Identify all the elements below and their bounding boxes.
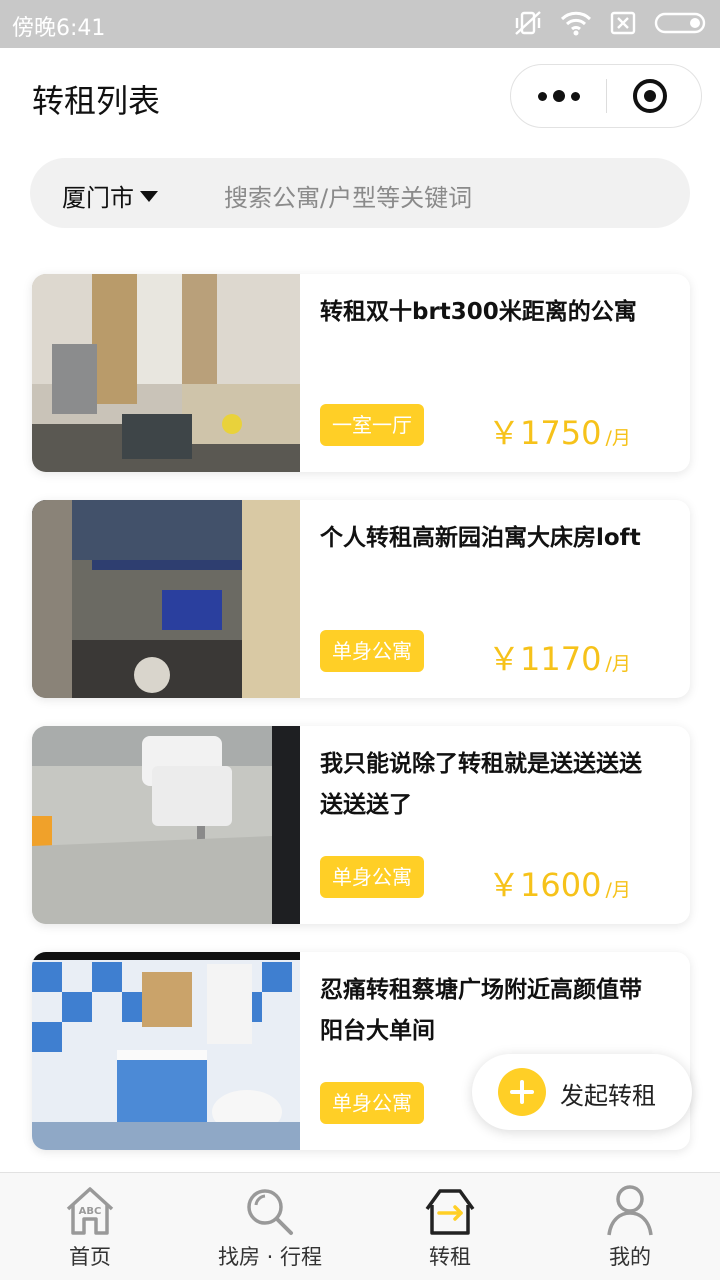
listing-title: 转租双十brt300米距离的公寓	[320, 299, 637, 325]
create-sublet-label: 发起转租	[560, 1082, 656, 1110]
room-type-badge: 单身公寓	[320, 856, 424, 898]
tab-find-house-label: 找房 · 行程	[217, 1245, 323, 1269]
create-sublet-button[interactable]: 发起转租	[472, 1054, 692, 1130]
person-icon	[607, 1185, 653, 1236]
listing-title: 个人转租高新园泊寓大床房loft	[320, 525, 641, 551]
search-input[interactable]: 搜索公寓/户型等关键词	[224, 178, 472, 213]
room-type-badge: 单身公寓	[320, 1082, 424, 1124]
listing-photo	[32, 726, 300, 924]
tab-sublet[interactable]: 转租	[360, 1173, 540, 1280]
tab-home-label: 首页	[69, 1245, 111, 1269]
svg-text:ABC: ABC	[79, 1206, 102, 1217]
room-type-badge: 一室一厅	[320, 404, 424, 446]
listing-card[interactable]: 个人转租高新园泊寓大床房loft 单身公寓 ￥1170/月	[32, 500, 690, 698]
tab-bar: ABC 首页 找房 · 行程 转租 我的	[0, 1172, 720, 1280]
city-label: 厦门市	[62, 184, 134, 212]
room-type-badge: 单身公寓	[320, 630, 424, 672]
listing-photo	[32, 500, 300, 698]
tab-sublet-label: 转租	[429, 1245, 471, 1269]
tab-home[interactable]: ABC 首页	[0, 1173, 180, 1280]
plus-icon	[498, 1068, 546, 1116]
battery-icon	[654, 11, 708, 35]
wifi-icon	[560, 10, 592, 36]
magnifier-icon	[247, 1189, 293, 1235]
listing-photo	[32, 952, 300, 1150]
listing-photo	[32, 274, 300, 472]
miniprogram-capsule	[510, 64, 702, 128]
listing-price: ￥1170/月	[488, 640, 631, 678]
city-selector[interactable]: 厦门市	[62, 178, 158, 213]
more-menu-icon[interactable]	[511, 65, 606, 127]
navigation-bar: 转租列表	[0, 48, 720, 146]
sim-none-icon	[610, 11, 636, 35]
page-title: 转租列表	[32, 82, 161, 120]
vibrate-off-icon	[514, 10, 542, 36]
listing-card[interactable]: 转租双十brt300米距离的公寓 一室一厅 ￥1750/月	[32, 274, 690, 472]
home-abc-icon: ABC	[66, 1187, 114, 1235]
close-target-icon[interactable]	[633, 79, 667, 113]
tab-profile[interactable]: 我的	[540, 1173, 720, 1280]
tab-profile-label: 我的	[609, 1245, 651, 1269]
status-bar: 傍晚6:41	[0, 0, 720, 48]
listing-price: ￥1750/月	[488, 414, 631, 452]
listing-title: 忍痛转租蔡塘广场附近高颜值带阳台大单间	[320, 977, 642, 1044]
listing-title: 我只能说除了转租就是送送送送送送送了	[320, 751, 642, 818]
tab-find-house[interactable]: 找房 · 行程	[180, 1173, 360, 1280]
house-transfer-icon	[425, 1189, 475, 1235]
listing-price: ￥1600/月	[488, 866, 631, 904]
status-time: 傍晚6:41	[12, 16, 106, 41]
search-bar: 厦门市 搜索公寓/户型等关键词	[30, 158, 690, 228]
dropdown-caret-icon	[140, 191, 158, 202]
listing-card[interactable]: 我只能说除了转租就是送送送送送送送了 单身公寓 ￥1600/月	[32, 726, 690, 924]
